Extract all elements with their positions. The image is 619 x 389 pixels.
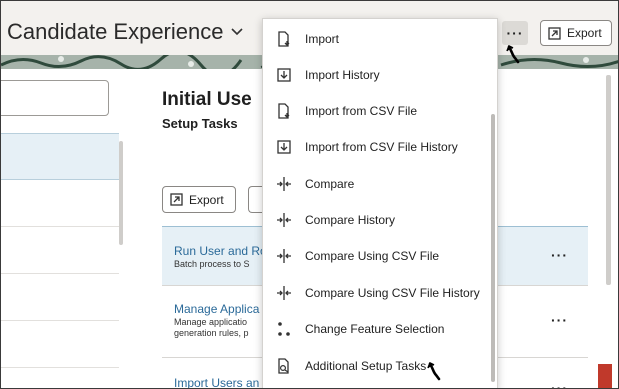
chevron-down-icon	[231, 28, 244, 36]
tasks-export-label: Export	[189, 192, 224, 207]
menu-item-label: Import	[305, 32, 340, 46]
compare-icon	[277, 177, 291, 191]
list-item[interactable]	[1, 180, 119, 227]
section-heading: Setup Tasks	[162, 116, 238, 131]
help-badge[interactable]	[598, 364, 612, 388]
page-title: Candidate Experience	[7, 19, 224, 44]
menu-item-compare-csv-history[interactable]: Compare Using CSV File History	[263, 275, 497, 311]
row-actions-button[interactable]: ···	[551, 380, 568, 388]
menu-item-additional-setup-tasks[interactable]: Additional Setup Tasks	[263, 348, 497, 384]
compare-icon	[277, 249, 291, 263]
menu-item-compare-csv[interactable]: Compare Using CSV File	[263, 238, 497, 274]
list-item[interactable]	[1, 321, 119, 368]
import-csv-history-icon	[277, 140, 291, 154]
page-title-menu[interactable]: Candidate Experience	[7, 19, 244, 45]
menu-item-import-csv[interactable]: Import from CSV File	[263, 93, 497, 129]
feature-selection-icon	[278, 322, 290, 336]
menu-item-label: Import from CSV File	[305, 104, 418, 118]
import-icon	[278, 31, 290, 47]
more-actions-menu: Import Import History Import from CSV Fi…	[262, 18, 498, 388]
mouse-cursor-icon	[506, 45, 520, 64]
menu-item-import-history[interactable]: Import History	[263, 57, 497, 93]
app-window: Candidate Experience ··· Export Initial …	[0, 0, 619, 389]
tasks-export-button[interactable]: Export	[162, 186, 236, 213]
task-link[interactable]: Import Users an	[174, 376, 262, 388]
row-actions-button[interactable]: ···	[551, 247, 568, 263]
export-icon	[548, 26, 561, 40]
list-item[interactable]	[1, 227, 119, 274]
menu-item-label: Compare	[305, 177, 355, 191]
menu-item-compare[interactable]: Compare	[263, 166, 497, 202]
row-actions-button[interactable]: ···	[551, 312, 568, 328]
menu-item-import-csv-history[interactable]: Import from CSV File History	[263, 129, 497, 165]
left-task-list	[1, 133, 119, 368]
main-scrollbar[interactable]	[606, 75, 611, 285]
list-item[interactable]	[1, 274, 119, 321]
task-description: Batch process to S	[174, 259, 250, 269]
menu-item-import[interactable]: Import	[263, 21, 497, 57]
setup-tasks-icon	[278, 358, 289, 374]
more-actions-button[interactable]: ···	[502, 21, 528, 45]
task-link[interactable]: Run User and Ro	[174, 244, 262, 258]
main-heading: Initial Use	[162, 89, 252, 110]
menu-item-compare-history[interactable]: Compare History	[263, 202, 497, 238]
menu-item-label: Compare Using CSV File History	[305, 286, 480, 300]
export-button-label: Export	[567, 26, 602, 40]
import-csv-icon	[278, 103, 290, 119]
task-link[interactable]: Manage Applica	[174, 302, 262, 316]
export-icon	[170, 193, 183, 206]
export-button[interactable]: Export	[540, 20, 612, 46]
task-description: Manage applicatio generation rules, p	[174, 317, 249, 338]
left-scrollbar[interactable]	[119, 141, 123, 245]
menu-item-label: Additional Setup Tasks	[305, 359, 427, 373]
menu-scrollbar[interactable]	[491, 114, 495, 382]
menu-item-label: Compare History	[305, 213, 396, 227]
compare-icon	[277, 286, 291, 300]
import-history-icon	[277, 68, 291, 82]
compare-icon	[277, 213, 291, 227]
search-input[interactable]	[1, 80, 109, 116]
menu-item-label: Compare Using CSV File	[305, 249, 440, 263]
menu-item-label: Import History	[305, 68, 380, 82]
list-item[interactable]	[1, 133, 119, 180]
menu-item-change-feature-selection[interactable]: Change Feature Selection	[263, 311, 497, 347]
mouse-cursor-icon	[427, 362, 441, 381]
menu-item-label: Change Feature Selection	[305, 322, 445, 336]
menu-item-label: Import from CSV File History	[305, 140, 458, 154]
